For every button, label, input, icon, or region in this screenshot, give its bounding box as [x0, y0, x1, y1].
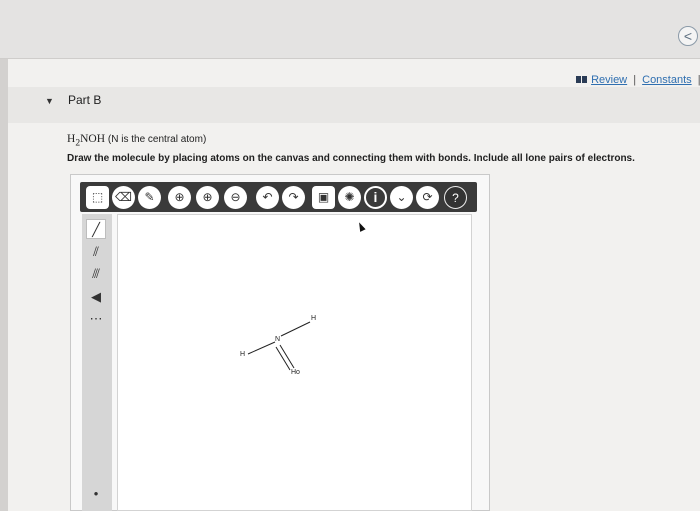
- atom-h-left[interactable]: H: [240, 351, 245, 358]
- bond-h-n: [247, 341, 276, 355]
- atom-n[interactable]: N: [275, 336, 280, 343]
- molecule-bonds: [247, 321, 311, 371]
- bond-n-h: [280, 321, 311, 337]
- atom-h-top[interactable]: H: [311, 315, 316, 322]
- atom-o[interactable]: Ho: [291, 369, 300, 376]
